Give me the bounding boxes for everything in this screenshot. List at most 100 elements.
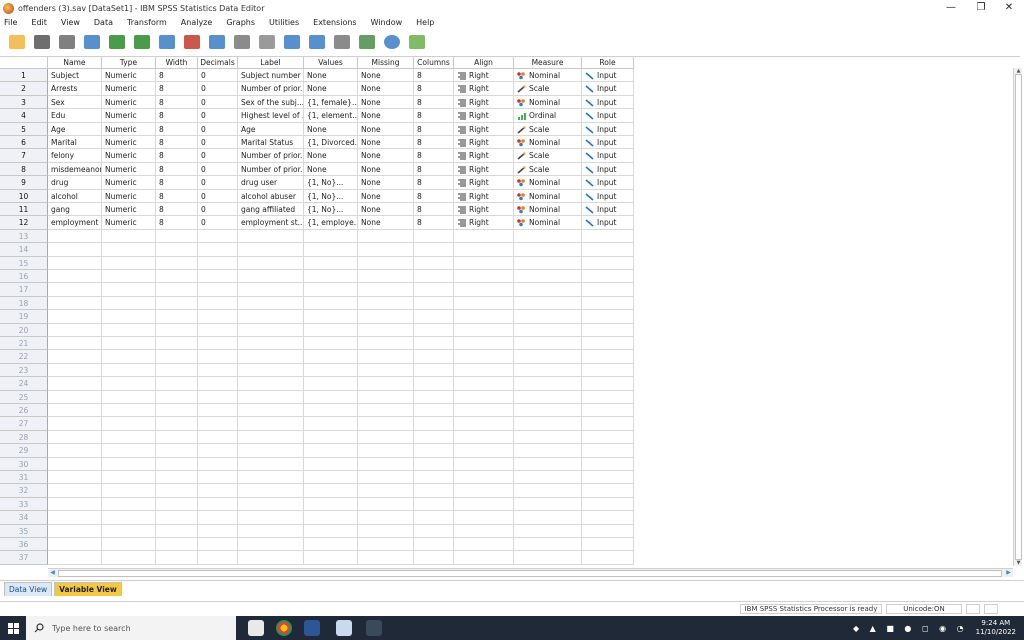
column-header-values[interactable]: Values bbox=[304, 57, 358, 69]
empty-cell[interactable] bbox=[102, 430, 156, 445]
row-number[interactable]: 17 bbox=[0, 283, 48, 297]
empty-cell[interactable] bbox=[238, 511, 304, 525]
menu-file[interactable]: File bbox=[4, 18, 17, 27]
empty-cell[interactable] bbox=[156, 377, 198, 391]
empty-cell[interactable] bbox=[48, 444, 102, 458]
empty-cell[interactable] bbox=[238, 283, 304, 297]
menu-transform[interactable]: Transform bbox=[127, 18, 167, 27]
empty-cell[interactable] bbox=[582, 471, 634, 485]
empty-cell[interactable] bbox=[582, 337, 634, 351]
cell-type[interactable]: Numeric bbox=[102, 122, 156, 136]
empty-cell[interactable] bbox=[198, 484, 238, 498]
empty-cell[interactable] bbox=[454, 524, 514, 538]
empty-cell[interactable] bbox=[238, 497, 304, 512]
empty-cell[interactable] bbox=[304, 323, 358, 337]
cell-columns[interactable]: 8 bbox=[414, 162, 454, 177]
empty-cell[interactable] bbox=[48, 296, 102, 311]
empty-cell[interactable] bbox=[48, 538, 102, 552]
empty-cell[interactable] bbox=[198, 256, 238, 270]
empty-cell[interactable] bbox=[48, 310, 102, 324]
undo-icon-button[interactable] bbox=[106, 31, 128, 53]
empty-cell[interactable] bbox=[102, 417, 156, 431]
empty-cell[interactable] bbox=[582, 430, 634, 445]
cell-values[interactable]: None bbox=[304, 149, 358, 163]
cell-decimals[interactable]: 0 bbox=[198, 82, 238, 96]
empty-cell[interactable] bbox=[454, 229, 514, 244]
cell-decimals[interactable]: 0 bbox=[198, 122, 238, 136]
empty-cell[interactable] bbox=[156, 310, 198, 324]
empty-cell[interactable] bbox=[514, 377, 582, 391]
cell-width[interactable]: 8 bbox=[156, 149, 198, 163]
menu-help[interactable]: Help bbox=[416, 18, 434, 27]
cell-measure[interactable]: Scale bbox=[514, 162, 582, 177]
taskbar-search[interactable]: Type here to search bbox=[26, 616, 236, 640]
cell-columns[interactable]: 8 bbox=[414, 189, 454, 203]
empty-cell[interactable] bbox=[198, 337, 238, 351]
cell-missing[interactable]: None bbox=[358, 216, 414, 230]
select-cases-icon-button[interactable] bbox=[356, 31, 378, 53]
empty-cell[interactable] bbox=[582, 229, 634, 244]
empty-cell[interactable] bbox=[48, 270, 102, 284]
empty-cell[interactable] bbox=[514, 524, 582, 538]
cell-columns[interactable]: 8 bbox=[414, 95, 454, 110]
empty-cell[interactable] bbox=[582, 377, 634, 391]
column-header-width[interactable]: Width bbox=[156, 57, 198, 69]
goto-variable-icon-button[interactable] bbox=[181, 31, 203, 53]
empty-cell[interactable] bbox=[198, 270, 238, 284]
cell-columns[interactable]: 8 bbox=[414, 203, 454, 217]
cell-width[interactable]: 8 bbox=[156, 122, 198, 136]
empty-cell[interactable] bbox=[48, 404, 102, 418]
empty-cell[interactable] bbox=[454, 337, 514, 351]
empty-cell[interactable] bbox=[514, 497, 582, 512]
empty-cell[interactable] bbox=[156, 538, 198, 552]
cell-label[interactable]: Age bbox=[238, 122, 304, 136]
cell-name[interactable]: Age bbox=[48, 122, 102, 136]
cell-align[interactable]: Right bbox=[454, 189, 514, 203]
empty-cell[interactable] bbox=[156, 390, 198, 404]
empty-cell[interactable] bbox=[198, 243, 238, 257]
cell-columns[interactable]: 8 bbox=[414, 176, 454, 190]
cell-decimals[interactable]: 0 bbox=[198, 149, 238, 163]
cell-role[interactable]: Input bbox=[582, 69, 634, 83]
empty-cell[interactable] bbox=[156, 404, 198, 418]
menu-extensions[interactable]: Extensions bbox=[313, 18, 356, 27]
empty-cell[interactable] bbox=[514, 323, 582, 337]
empty-cell[interactable] bbox=[304, 283, 358, 297]
empty-cell[interactable] bbox=[304, 497, 358, 512]
insert-cases-icon-button[interactable] bbox=[281, 31, 303, 53]
empty-cell[interactable] bbox=[514, 310, 582, 324]
cell-measure[interactable]: Scale bbox=[514, 122, 582, 136]
cell-values[interactable]: {1, employe... bbox=[304, 216, 358, 230]
empty-cell[interactable] bbox=[358, 350, 414, 364]
empty-cell[interactable] bbox=[514, 283, 582, 297]
empty-cell[interactable] bbox=[238, 484, 304, 498]
row-number[interactable]: 11 bbox=[0, 203, 48, 217]
empty-cell[interactable] bbox=[156, 256, 198, 270]
empty-cell[interactable] bbox=[102, 283, 156, 297]
open-folder-icon-button[interactable] bbox=[6, 31, 28, 53]
scroll-left-icon[interactable]: ◀ bbox=[48, 569, 57, 577]
empty-cell[interactable] bbox=[48, 471, 102, 485]
empty-cell[interactable] bbox=[454, 444, 514, 458]
empty-cell[interactable] bbox=[48, 430, 102, 445]
empty-cell[interactable] bbox=[304, 337, 358, 351]
empty-cell[interactable] bbox=[414, 270, 454, 284]
empty-cell[interactable] bbox=[514, 551, 582, 565]
cell-type[interactable]: Numeric bbox=[102, 82, 156, 96]
value-labels-icon-button[interactable] bbox=[381, 31, 403, 53]
empty-cell[interactable] bbox=[238, 296, 304, 311]
empty-cell[interactable] bbox=[198, 350, 238, 364]
cell-label[interactable]: drug user bbox=[238, 176, 304, 190]
empty-cell[interactable] bbox=[358, 363, 414, 378]
empty-cell[interactable] bbox=[156, 484, 198, 498]
empty-cell[interactable] bbox=[238, 538, 304, 552]
empty-cell[interactable] bbox=[358, 551, 414, 565]
empty-cell[interactable] bbox=[414, 337, 454, 351]
cell-role[interactable]: Input bbox=[582, 82, 634, 96]
cell-values[interactable]: {1, No}... bbox=[304, 203, 358, 217]
empty-cell[interactable] bbox=[198, 511, 238, 525]
empty-cell[interactable] bbox=[414, 323, 454, 337]
empty-cell[interactable] bbox=[238, 377, 304, 391]
empty-cell[interactable] bbox=[514, 337, 582, 351]
row-number[interactable]: 3 bbox=[0, 95, 48, 110]
